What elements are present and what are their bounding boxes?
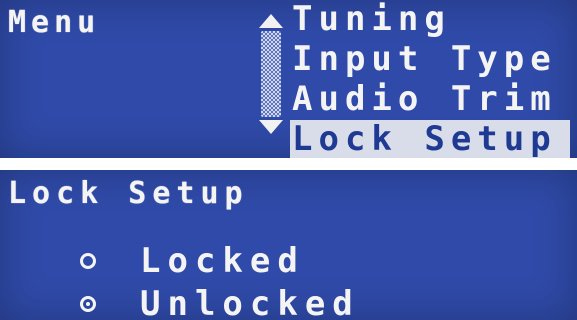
radio-selected-icon[interactable] [80,296,96,312]
menu-title: Menu [8,5,101,40]
menu-list: Tuning Input Type Audio Trim Lock Setup [290,0,577,158]
locked-label: Locked [140,241,305,281]
menu-item-tuning[interactable]: Tuning [290,0,570,38]
unlocked-option[interactable]: Unlocked [80,283,360,320]
scroll-down-arrow-icon[interactable] [259,120,283,134]
menu-item-audio-trim[interactable]: Audio Trim [290,80,570,118]
scroll-up-arrow-icon[interactable] [259,14,283,28]
menu-item-input-type[interactable]: Input Type [290,40,570,78]
unlocked-label: Unlocked [140,284,360,320]
menu-item-lock-setup[interactable]: Lock Setup [290,120,570,158]
scroll-track-icon[interactable] [261,31,281,117]
menu-screen: Menu Tuning Input Type Audio Trim Lock S… [0,0,577,158]
lock-setup-title: Lock Setup [8,176,249,211]
radio-empty-icon[interactable] [80,253,96,269]
locked-option[interactable]: Locked [80,240,305,282]
